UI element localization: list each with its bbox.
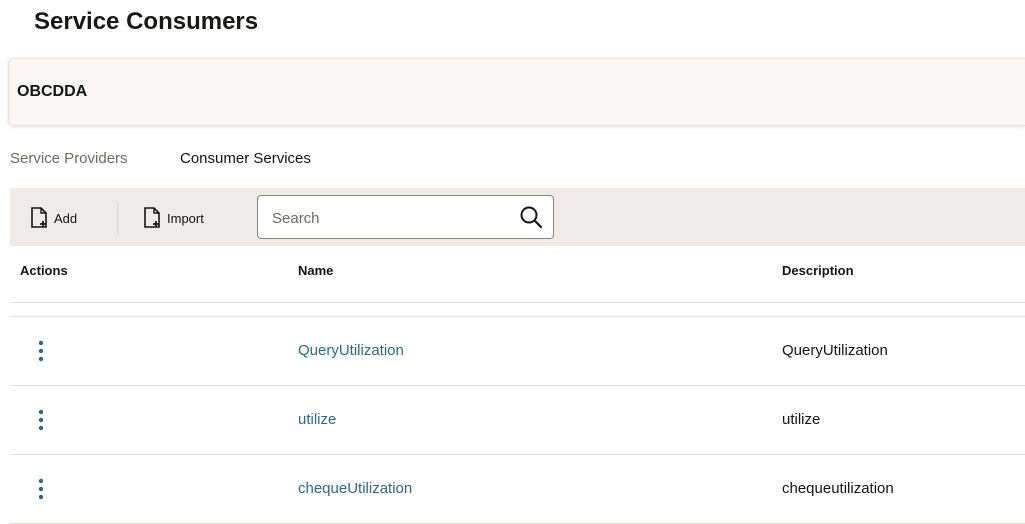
- add-button[interactable]: Add: [30, 204, 77, 232]
- toolbar-divider: [117, 202, 118, 234]
- tab-label: Consumer Services: [180, 150, 311, 167]
- toolbar: Add Import: [10, 188, 1025, 246]
- tab-service-providers[interactable]: Service Providers: [10, 148, 128, 184]
- kebab-menu-icon[interactable]: [33, 340, 49, 362]
- kebab-menu-icon[interactable]: [33, 409, 49, 431]
- service-name-link[interactable]: utilize: [298, 411, 336, 428]
- consumer-header-panel: OBCDDA: [8, 58, 1025, 126]
- search-input[interactable]: [270, 206, 524, 230]
- import-button[interactable]: Import: [143, 204, 204, 232]
- column-header-name[interactable]: Name: [298, 263, 333, 278]
- service-description: utilize: [782, 411, 821, 428]
- table-row: chequeUtilization chequeutilization: [10, 455, 1025, 524]
- consumer-services-table: Actions Name Description QueryUtilizatio…: [10, 246, 1025, 524]
- page-title: Service Consumers: [34, 8, 259, 35]
- search-field: [257, 195, 554, 239]
- column-header-description[interactable]: Description: [782, 263, 854, 278]
- service-name-link[interactable]: chequeUtilization: [298, 480, 412, 497]
- document-add-icon: [31, 207, 47, 228]
- document-import-icon: [144, 207, 160, 228]
- table-row: utilize utilize: [10, 386, 1025, 455]
- kebab-menu-icon[interactable]: [33, 478, 49, 500]
- table-body: QueryUtilization QueryUtilization utiliz…: [10, 316, 1025, 524]
- add-button-label: Add: [54, 210, 78, 226]
- tab-bar: Service Providers Consumer Services: [10, 148, 1025, 196]
- search-icon[interactable]: [519, 205, 543, 229]
- table-row: QueryUtilization QueryUtilization: [10, 317, 1025, 386]
- consumer-name: OBCDDA: [17, 83, 88, 100]
- table-header: Actions Name Description: [10, 246, 1025, 303]
- service-description: QueryUtilization: [782, 342, 888, 359]
- tab-label: Service Providers: [10, 150, 128, 167]
- service-name-link[interactable]: QueryUtilization: [298, 342, 404, 359]
- column-header-actions[interactable]: Actions: [20, 263, 68, 278]
- service-description: chequeutilization: [782, 480, 894, 497]
- import-button-label: Import: [167, 210, 204, 226]
